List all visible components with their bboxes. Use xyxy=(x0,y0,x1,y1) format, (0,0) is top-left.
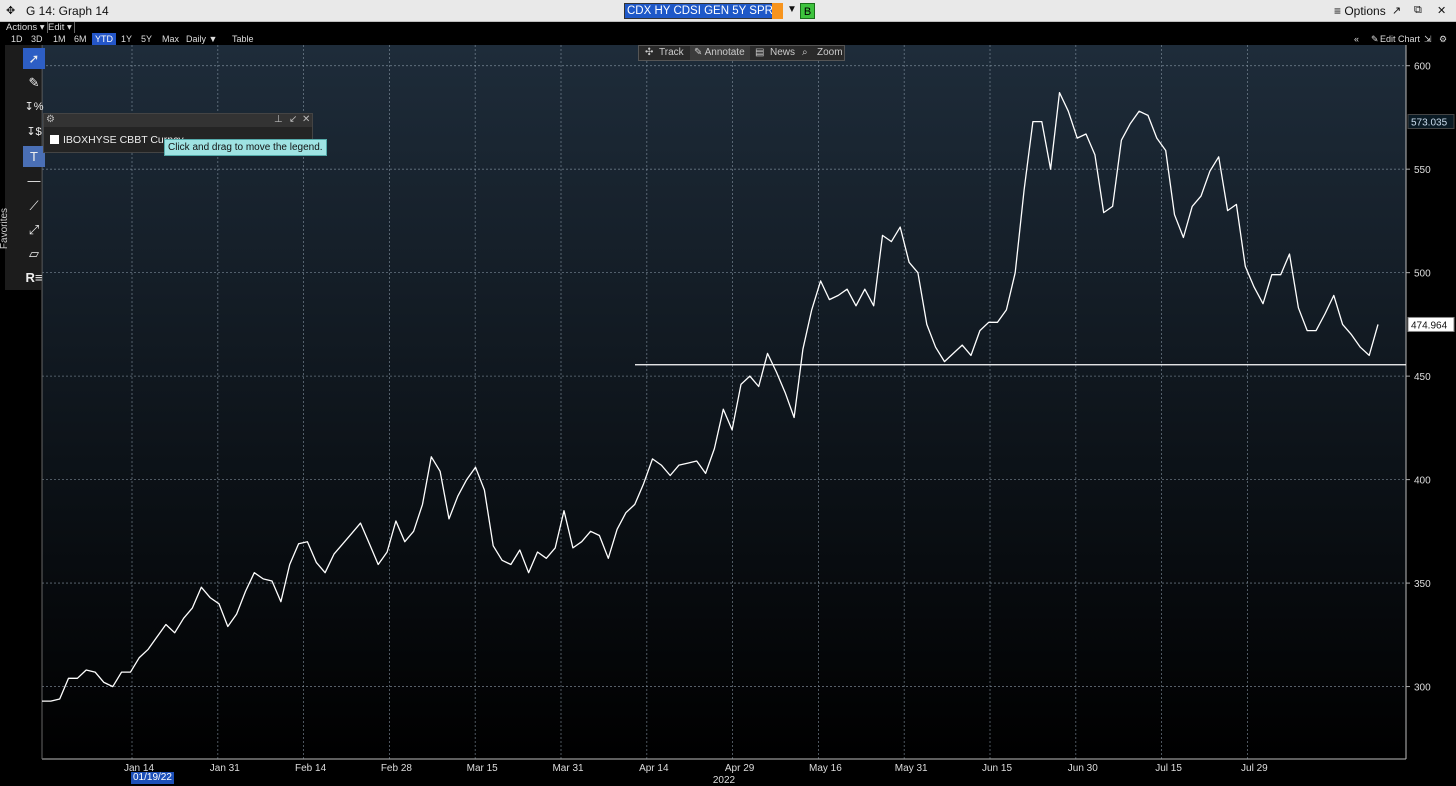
pencil-icon[interactable]: ✎ xyxy=(23,72,45,93)
y-tick-label: 350 xyxy=(1414,579,1431,590)
edit-chart-button[interactable]: Edit Chart xyxy=(1380,33,1420,45)
x-tick-label: Jun 15 xyxy=(982,763,1012,774)
x-tick-label: Apr 14 xyxy=(639,763,669,774)
actions-menu[interactable]: Actions ▾ xyxy=(4,22,48,33)
hline-icon[interactable]: — xyxy=(23,170,45,191)
favorites-label: Favorites xyxy=(0,207,11,250)
annotate-button[interactable]: ✎ Annotate xyxy=(690,46,750,60)
favorites-tab[interactable]: Favorites xyxy=(0,195,22,265)
high-price-label: 573.035 xyxy=(1407,114,1455,130)
y-tick-label: 500 xyxy=(1414,269,1431,280)
menu-row: Actions ▾ Edit ▾ xyxy=(0,22,1456,33)
popout-icon[interactable]: ↗ xyxy=(1392,4,1401,17)
period-1y[interactable]: 1Y xyxy=(118,33,135,45)
settings-icon[interactable]: ⚙ xyxy=(1439,33,1447,45)
annotate-bar: ✣ Track ✎ Annotate ▤ News ⌕ Zoom xyxy=(638,45,845,61)
period-1d[interactable]: 1D xyxy=(8,33,26,45)
y-tick-label: 400 xyxy=(1414,476,1431,487)
x-tick-label: Feb 28 xyxy=(381,763,413,774)
drawing-toolbar: Favorites ➚ ✎ ↧% ↧$ T — ⟋ ⤢ ▱ R≡ xyxy=(0,45,45,290)
legend-tooltip: Click and drag to move the legend. xyxy=(164,139,327,156)
period-3d[interactable]: 3D xyxy=(28,33,46,45)
percent-icon[interactable]: ↧% xyxy=(23,97,45,118)
security-badge[interactable]: B xyxy=(800,3,815,19)
channel-icon[interactable]: ▱ xyxy=(23,243,45,264)
restore-icon[interactable]: ⧉ xyxy=(1414,4,1422,17)
text-icon[interactable]: T xyxy=(23,146,45,167)
close-icon[interactable]: ✕ xyxy=(1437,4,1446,17)
trend-icon[interactable]: ⟋ xyxy=(23,195,45,216)
legend-close-icon[interactable]: ✕ xyxy=(302,114,310,125)
x-tick-label: Jan 31 xyxy=(210,763,240,774)
annotate-label: Annotate xyxy=(704,47,745,58)
zoom-icon: ⌕ xyxy=(802,47,808,58)
period-ytd[interactable]: YTD xyxy=(92,33,116,45)
r-icon[interactable]: R≡ xyxy=(23,267,45,288)
period-max[interactable]: Max xyxy=(159,33,182,45)
export-icon[interactable]: ⇲ xyxy=(1424,33,1432,45)
legend-gear-icon[interactable]: ⚙ xyxy=(46,114,55,125)
x-axis-label: 2022 xyxy=(713,775,736,786)
period-toolbar: 1D 3D 1M 6M YTD 1Y 5Y Max Daily ▼ Table … xyxy=(0,33,1456,45)
track-icon: ✣ xyxy=(645,47,654,58)
period-5y[interactable]: 5Y xyxy=(138,33,155,45)
frequency-select[interactable]: Daily ▼ xyxy=(183,33,220,45)
x-tick-label: Apr 29 xyxy=(725,763,755,774)
legend-pin-icon[interactable]: ⊥ xyxy=(274,114,283,125)
x-tick-label: May 31 xyxy=(895,763,928,774)
period-6m[interactable]: 6M xyxy=(71,33,90,45)
title-bar: ✥ G 14: Graph 14 CDX HY CDSI GEN 5Y SPRD… xyxy=(0,0,1456,22)
arrow-icon[interactable]: ➚ xyxy=(23,48,45,69)
x-tick-label: Jul 29 xyxy=(1241,763,1268,774)
edit-menu[interactable]: Edit ▾ xyxy=(46,22,75,33)
security-dropdown-icon[interactable]: ▼ xyxy=(787,4,797,15)
period-1m[interactable]: 1M xyxy=(50,33,69,45)
x-tick-label: Feb 14 xyxy=(295,763,327,774)
high-price-label-text: 573.035 xyxy=(1411,118,1448,129)
y-tick-label: 450 xyxy=(1414,372,1431,383)
x-tick-label: Jul 15 xyxy=(1155,763,1182,774)
dollar-icon[interactable]: ↧$ xyxy=(23,122,45,143)
news-button[interactable]: News xyxy=(770,46,795,60)
x-tick-label: Mar 31 xyxy=(552,763,584,774)
x-tick-label: Jun 30 xyxy=(1068,763,1098,774)
table-button[interactable]: Table xyxy=(229,33,257,45)
track-button[interactable]: Track xyxy=(659,46,684,60)
window-title: G 14: Graph 14 xyxy=(26,4,109,18)
legend-swatch xyxy=(50,135,59,144)
move-icon[interactable]: ✥ xyxy=(6,4,15,17)
legend-shrink-icon[interactable]: ↙ xyxy=(289,114,297,125)
news-icon: ▤ xyxy=(755,47,765,58)
y-tick-label: 550 xyxy=(1414,165,1431,176)
legend-header[interactable]: ⚙ ⊥ ↙ ✕ xyxy=(44,114,312,127)
x-tick-label: Mar 15 xyxy=(467,763,499,774)
x-tick-label: May 16 xyxy=(809,763,842,774)
options-button[interactable]: ≡ Options xyxy=(1334,4,1386,18)
current-price-label: 474.964 xyxy=(1407,316,1455,332)
price-chart[interactable]: 300350400450500550600 Jan 14 Jan 31 Feb 14… xyxy=(0,45,1456,786)
annotate-icon: ✎ xyxy=(694,47,705,58)
security-input[interactable]: CDX HY CDSI GEN 5Y SPRD Corp xyxy=(624,3,783,19)
zoom-button[interactable]: Zoom xyxy=(817,46,843,60)
chart-area[interactable]: 300 350 400 450 500 550 600 Jan 14 Jan 31 Feb 14… xyxy=(0,45,1456,786)
edit-chart-icon: ✎ xyxy=(1371,34,1379,44)
current-price-label-text: 474.964 xyxy=(1411,320,1448,331)
y-tick-label: 600 xyxy=(1414,62,1431,73)
security-tag xyxy=(772,3,783,19)
date-badge: 01/19/22 xyxy=(131,772,174,784)
collapse-icon[interactable]: « xyxy=(1354,33,1359,45)
y-tick-label: 300 xyxy=(1414,683,1431,694)
trend2-icon[interactable]: ⤢ xyxy=(23,219,45,240)
